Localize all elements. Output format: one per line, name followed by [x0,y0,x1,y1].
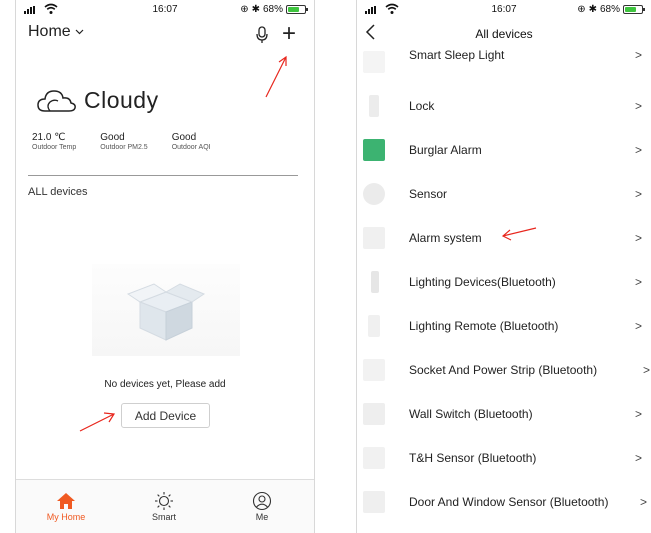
annotation-arrows [79,55,537,432]
arrow-to-add-icon [265,55,287,98]
arrow-to-add-device [79,412,116,432]
arrow-to-alarm-system [501,227,537,241]
